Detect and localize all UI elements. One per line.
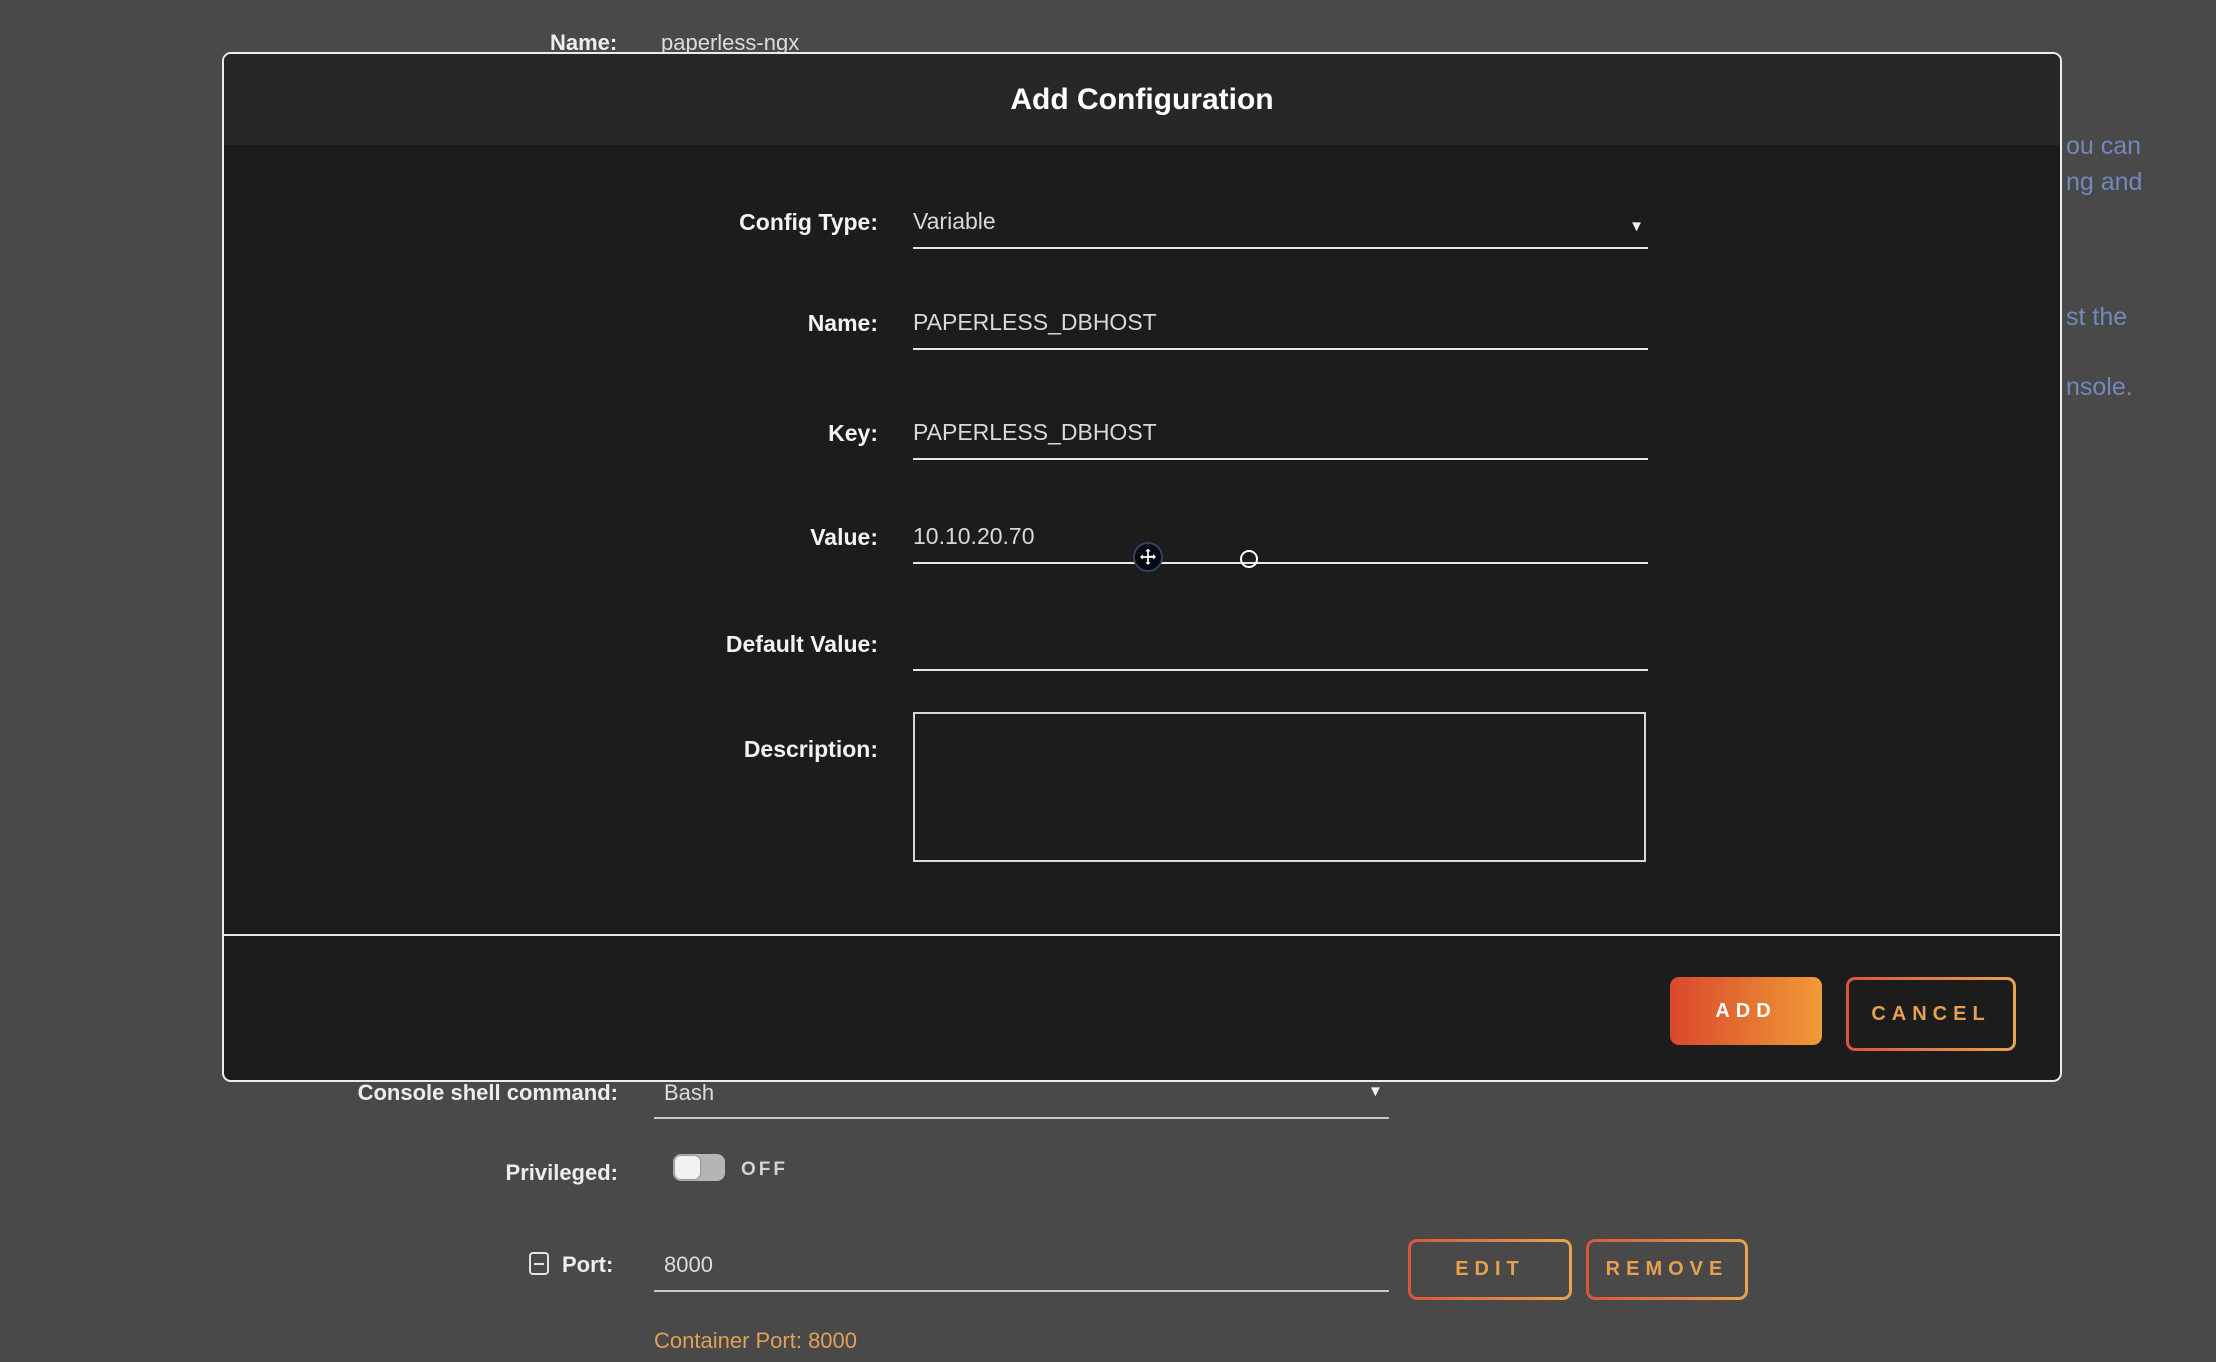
help-text-fragment: ng and [2066, 168, 2142, 197]
default-value-input[interactable] [913, 648, 1648, 671]
page-canvas: Name: paperless-ngx ou can ng and st the… [0, 0, 2216, 1362]
port-value-input[interactable]: 8000 [664, 1252, 713, 1278]
form-row-description: Description: [224, 712, 2060, 862]
value-label: Value: [224, 524, 878, 564]
add-button[interactable]: ADD [1670, 977, 1822, 1045]
dialog-title: Add Configuration [1010, 83, 1273, 117]
click-point-ring-icon [1240, 550, 1258, 568]
form-row-name: Name: PAPERLESS_DBHOST [224, 291, 2060, 350]
chevron-down-icon: ▼ [1629, 218, 1644, 235]
chevron-down-icon: ▼ [1368, 1083, 1383, 1100]
form-row-key: Key: PAPERLESS_DBHOST [224, 401, 2060, 460]
privileged-label: Privileged: [218, 1160, 618, 1186]
cancel-button[interactable]: CANCEL [1846, 977, 2016, 1051]
help-text-fragment: nsole. [2066, 373, 2133, 402]
port-label: Port: [562, 1252, 613, 1278]
help-text-fragment: st the [2066, 303, 2127, 332]
config-type-value: Variable [913, 208, 996, 234]
form-row-default-value: Default Value: [224, 612, 2060, 671]
container-port-note: Container Port: 8000 [654, 1328, 857, 1354]
edit-button[interactable]: EDIT [1408, 1239, 1572, 1300]
key-input[interactable]: PAPERLESS_DBHOST [913, 419, 1648, 460]
privileged-toggle[interactable] [673, 1154, 725, 1181]
remove-button[interactable]: REMOVE [1586, 1239, 1748, 1300]
description-textarea[interactable] [913, 712, 1646, 862]
dialog-header: Add Configuration [224, 54, 2060, 145]
config-type-label: Config Type: [224, 209, 878, 249]
form-row-config-type: Config Type: Variable ▼ [224, 190, 2060, 249]
value-input[interactable]: 10.10.20.70 [913, 523, 1648, 564]
default-value-label: Default Value: [224, 631, 878, 671]
toggle-knob [675, 1156, 700, 1179]
privileged-state-text: OFF [741, 1159, 788, 1181]
help-text-fragment: ou can [2066, 132, 2141, 161]
name-label: Name: [224, 310, 878, 350]
console-shell-command-select[interactable]: Bash [664, 1080, 714, 1106]
move-arrows-glyph [1138, 547, 1158, 567]
console-shell-underline [654, 1117, 1389, 1119]
name-input[interactable]: PAPERLESS_DBHOST [913, 309, 1648, 350]
move-cursor-icon [1133, 542, 1163, 572]
port-underline [654, 1290, 1389, 1292]
description-label: Description: [224, 712, 878, 763]
collapse-minus-icon[interactable] [529, 1252, 549, 1275]
config-type-select[interactable]: Variable ▼ [913, 208, 1648, 249]
console-shell-command-label: Console shell command: [218, 1080, 618, 1106]
footer-divider [224, 934, 2060, 936]
key-label: Key: [224, 420, 878, 460]
